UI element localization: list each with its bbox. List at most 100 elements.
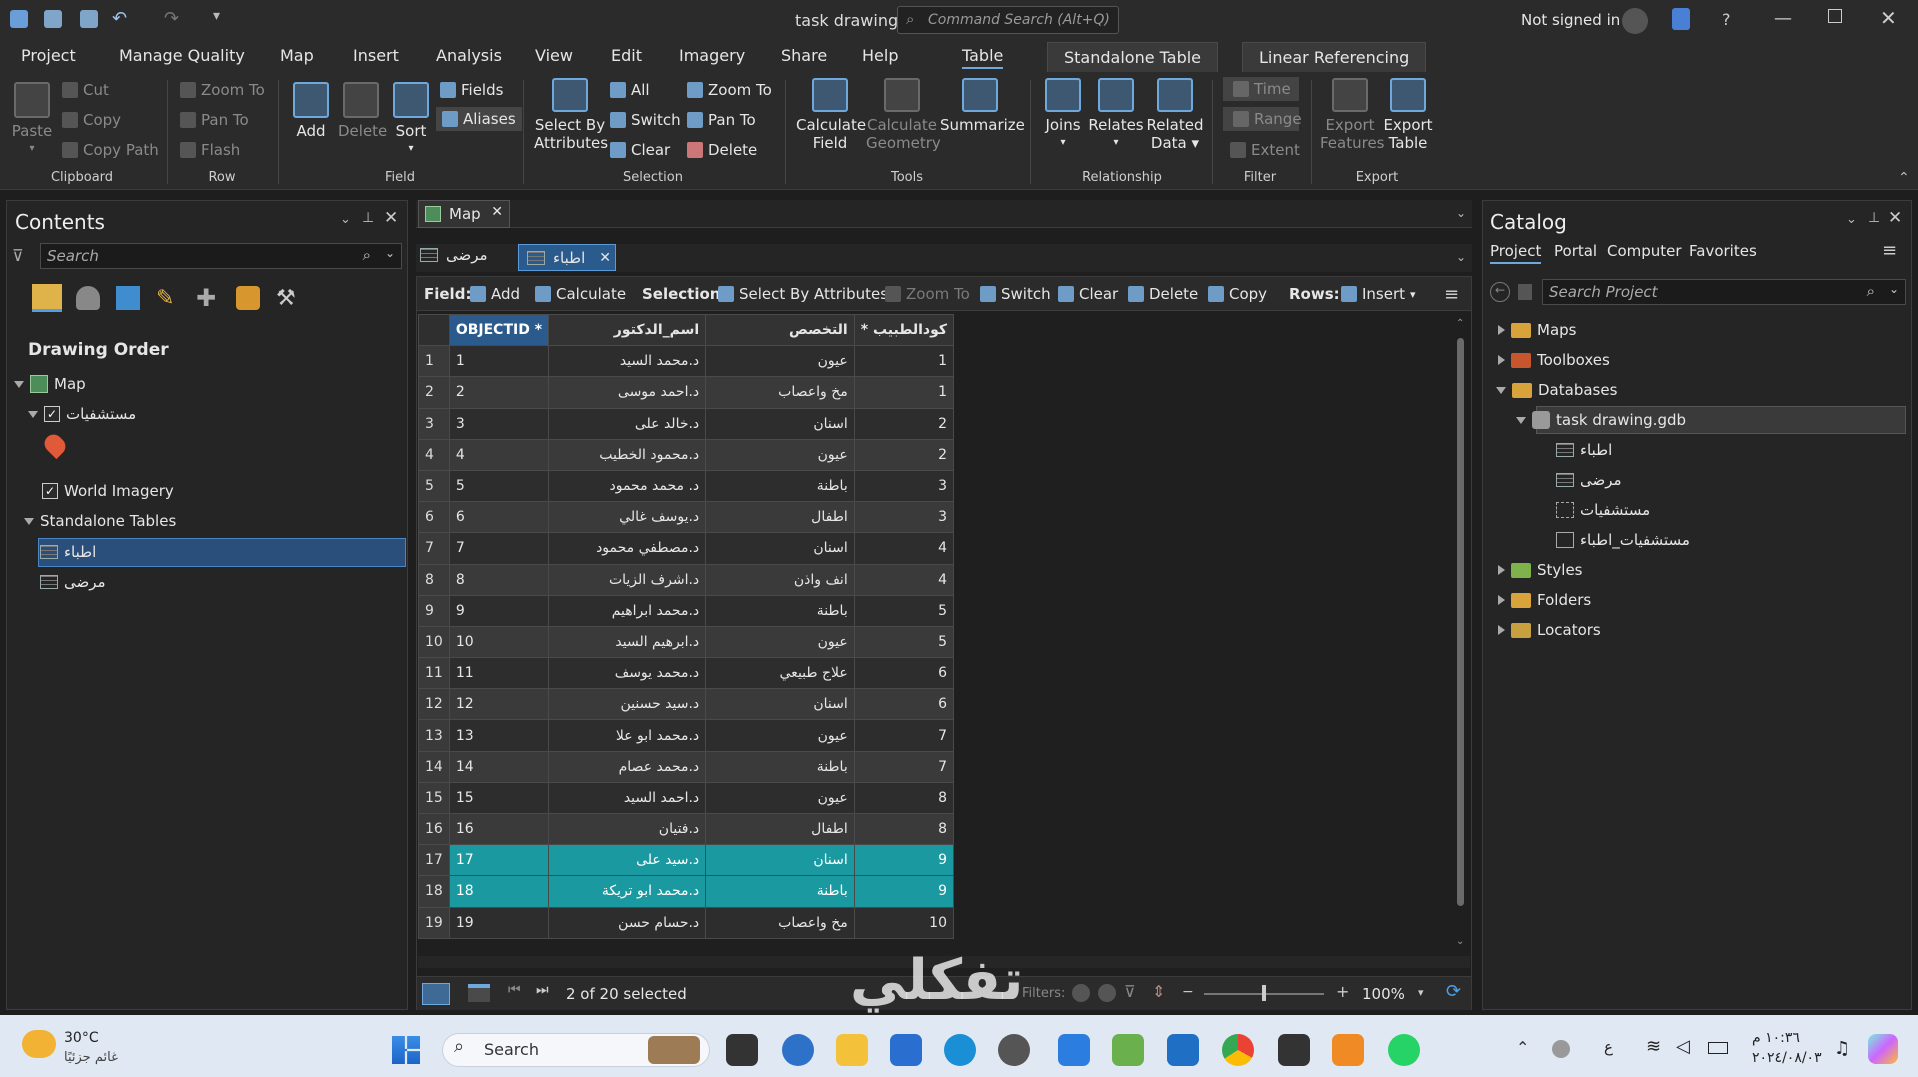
doctor-name-cell[interactable]: د.محمد ابو علا [548, 719, 707, 752]
row-zoom-to-button[interactable]: Zoom To [180, 81, 265, 99]
objectid-cell[interactable]: 1 [448, 345, 550, 378]
help-icon[interactable]: ? [1722, 10, 1731, 29]
objectid-cell[interactable]: 11 [448, 657, 550, 690]
labeling-icon[interactable] [236, 286, 260, 310]
objectid-cell[interactable]: 5 [448, 469, 550, 503]
objectid-cell[interactable]: 19 [448, 906, 550, 939]
open-project-icon[interactable] [44, 10, 62, 28]
table-row[interactable]: 10 10 د.ابرهيم السيد عيون 5 [418, 625, 954, 659]
doctor-name-cell[interactable]: د.محمد ابو تريكة [548, 875, 707, 908]
language-indicator[interactable]: ع [1604, 1038, 1613, 1056]
doctor-code-cell[interactable]: 6 [853, 688, 954, 721]
catalog-tab-computer[interactable]: Computer [1607, 242, 1682, 260]
tab-analysis[interactable]: Analysis [436, 46, 502, 65]
doctor-name-cell[interactable]: د.محمد عصام [548, 750, 707, 783]
objectid-cell[interactable]: 2 [448, 376, 550, 409]
switch-selection-button[interactable]: Switch [610, 111, 681, 129]
doctor-code-cell[interactable]: 6 [853, 657, 954, 690]
table-row[interactable]: 8 8 د.اشرف الزيات انف واذن 4 [418, 563, 954, 596]
tab-standalone-table[interactable]: Standalone Table [1047, 42, 1219, 72]
row-number-cell[interactable]: 1 [418, 345, 450, 378]
doctor-code-cell[interactable]: 10 [853, 906, 954, 939]
toolbar-clear-button[interactable]: Clear [1058, 285, 1118, 303]
row-number-cell[interactable]: 4 [418, 438, 450, 471]
tab-edit[interactable]: Edit [611, 46, 642, 65]
notification-bell-icon[interactable]: ♫ [1834, 1038, 1850, 1059]
calculate-field-button[interactable]: Calculate Field [796, 78, 866, 152]
doctor-code-cell[interactable]: 3 [853, 469, 954, 503]
contents-options-icon[interactable]: ⌄ [340, 212, 351, 227]
catalog-tab-portal[interactable]: Portal [1554, 242, 1597, 260]
doctor-code-cell[interactable]: 1 [853, 345, 954, 378]
expand-icon[interactable] [14, 380, 24, 388]
joins-button[interactable]: Joins ▾ [1040, 78, 1086, 152]
doctor-name-cell[interactable]: د.سيد حسنين [548, 688, 707, 721]
toolbar-add-field-button[interactable]: Add [470, 285, 520, 303]
command-search-input[interactable]: ⌕ Command Search (Alt+Q) [897, 6, 1119, 34]
wifi-icon[interactable]: ≋ [1646, 1036, 1661, 1057]
table-row[interactable]: 18 18 د.محمد ابو تريكة باطنة 9 [418, 875, 954, 908]
objectid-cell[interactable]: 16 [448, 812, 550, 846]
selection-zoom-to-button[interactable]: Zoom To [687, 81, 772, 99]
toolbar-select-by-attributes-button[interactable]: Select By Attributes [718, 285, 888, 303]
scroll-down-icon[interactable]: ⌄ [1456, 936, 1464, 947]
tab-linear-referencing[interactable]: Linear Referencing [1242, 42, 1427, 72]
sync-icon[interactable]: ⇕ [1152, 982, 1165, 1001]
specialty-cell[interactable]: اطفال [705, 812, 855, 846]
specialty-cell[interactable]: انف واذن [705, 563, 855, 596]
cut-button[interactable]: Cut [62, 81, 109, 99]
select-all-corner[interactable] [418, 314, 450, 347]
table-row[interactable]: 7 7 د.مصطفي محمود اسنان 4 [418, 532, 954, 565]
filter-extent-icon[interactable] [1072, 984, 1090, 1002]
catalog-options-icon[interactable]: ⌄ [1846, 212, 1857, 227]
expand-icon[interactable] [1498, 325, 1505, 335]
tray-app-icon[interactable] [1552, 1040, 1570, 1058]
back-icon[interactable]: ← [1490, 282, 1510, 302]
specialty-cell[interactable]: اسنان [705, 688, 855, 721]
table-row[interactable]: 14 14 د.محمد عصام باطنة 7 [418, 750, 954, 783]
table-row[interactable]: 16 16 د.فتيان اطفال 8 [418, 812, 954, 846]
notifications-icon[interactable] [1672, 8, 1690, 30]
scroll-up-icon[interactable]: ⌃ [1456, 318, 1464, 329]
extent-filter-button[interactable]: Extent [1230, 141, 1300, 159]
objectid-cell[interactable]: 7 [448, 532, 550, 565]
toolbar-insert-button[interactable]: Insert ▾ [1341, 285, 1416, 303]
map-node[interactable]: Map [14, 375, 86, 393]
save-project-icon[interactable] [80, 10, 98, 28]
row-number-cell[interactable]: 12 [418, 688, 450, 721]
specialty-cell[interactable]: علاج طبيعي [705, 657, 855, 690]
row-number-cell[interactable]: 7 [418, 532, 450, 565]
signin-status[interactable]: Not signed in [1521, 11, 1620, 29]
select-all-button[interactable]: All [610, 81, 650, 99]
catalog-styles[interactable]: Styles [1498, 561, 1583, 579]
filter-selection-icon[interactable] [1098, 984, 1116, 1002]
app-icon-dark[interactable] [1278, 1034, 1310, 1066]
doctor-name-cell[interactable]: د.محمد السيد [548, 345, 707, 378]
catalog-tab-project[interactable]: Project [1490, 242, 1542, 264]
catalog-fc-hospitals[interactable]: مستشفيات [1556, 501, 1650, 519]
doctor-name-cell[interactable]: د. محمد محمود [548, 469, 707, 503]
catalog-table-doctors[interactable]: اطباء [1556, 441, 1612, 459]
catalog-folders[interactable]: Folders [1498, 591, 1591, 609]
table-row[interactable]: 13 13 د.محمد ابو علا عيون 7 [418, 719, 954, 752]
doctor-name-cell[interactable]: د.احمد موسى [548, 376, 707, 409]
related-data-button[interactable]: Related Data ▾ [1146, 78, 1204, 152]
table-row[interactable]: 4 4 د.محمود الخطيب عيون 2 [418, 438, 954, 471]
first-record-icon[interactable]: ⏮ [508, 982, 521, 998]
row-number-cell[interactable]: 10 [418, 625, 450, 659]
toolbar-calculate-button[interactable]: Calculate [535, 285, 626, 303]
toolbar-switch-button[interactable]: Switch [980, 285, 1051, 303]
layer-visibility-checkbox[interactable]: ✓ [42, 483, 58, 499]
close-pane-icon[interactable]: ✕ [1888, 208, 1902, 228]
specialty-cell[interactable]: باطنة [705, 750, 855, 783]
specialty-cell[interactable]: اسنان [705, 532, 855, 565]
expand-icon[interactable] [28, 410, 38, 418]
tab-insert[interactable]: Insert [353, 46, 399, 65]
layer-hospitals[interactable]: ✓ مستشفيات [28, 405, 136, 423]
zoom-in-icon[interactable]: + [1336, 982, 1349, 1001]
tab-view[interactable]: View [535, 46, 573, 65]
row-number-cell[interactable]: 15 [418, 781, 450, 815]
objectid-cell[interactable]: 12 [448, 688, 550, 721]
battery-icon[interactable] [1708, 1042, 1728, 1054]
specialty-cell[interactable]: اسنان [705, 407, 855, 440]
